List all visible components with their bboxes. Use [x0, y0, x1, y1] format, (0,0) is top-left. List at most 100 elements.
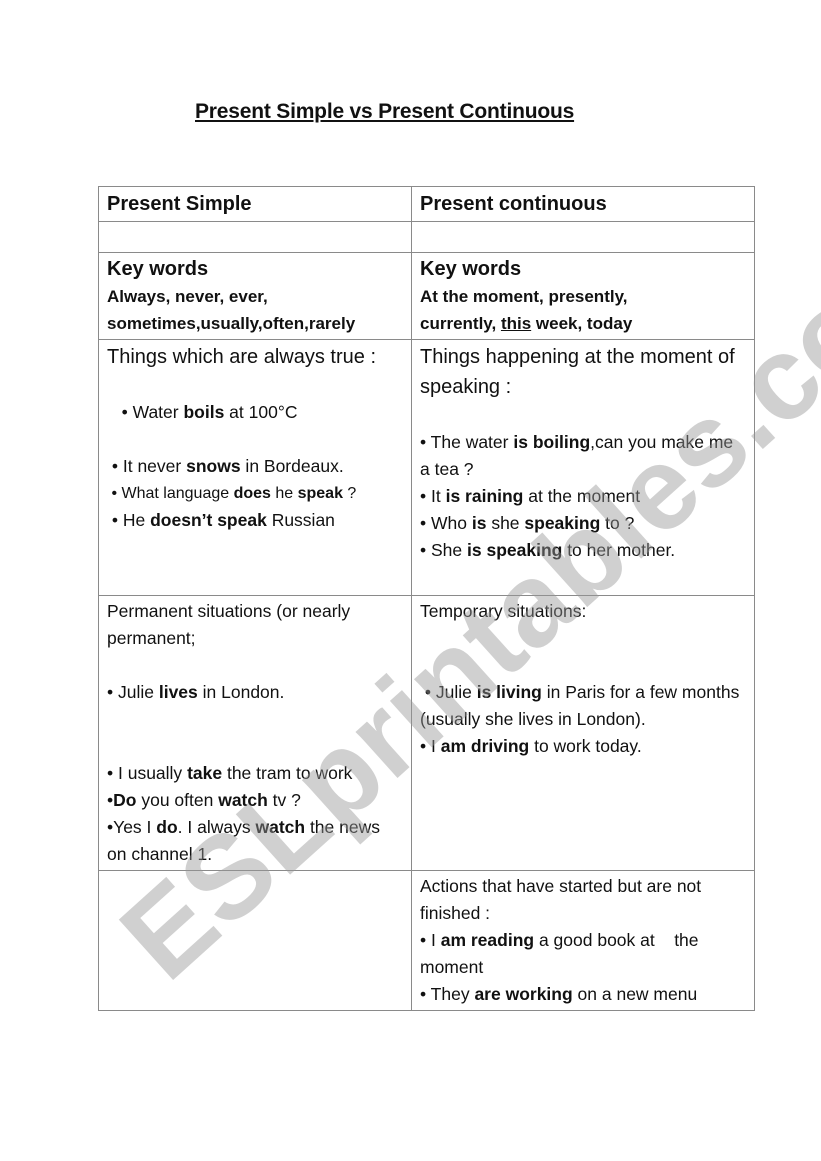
emphasized-verb: is speaking [467, 540, 563, 560]
example-line: • Julie lives in London. [107, 679, 403, 706]
usage-cell-simple [98, 870, 412, 1011]
text-segment: this [500, 314, 532, 333]
emphasized-verb: do [156, 817, 178, 837]
example-line: • I am driving to work today. [420, 733, 746, 760]
text-segment: At the moment, presently, [420, 287, 628, 306]
text-segment: • The water [420, 432, 514, 452]
text-segment: on a new menu [572, 984, 698, 1004]
emphasized-verb: doesn’t speak [150, 510, 267, 530]
example-line: • Who is she speaking to ? [420, 510, 746, 537]
text-segment: to work today. [529, 736, 642, 756]
key-words-line: At the moment, presently, [420, 283, 746, 310]
key-words-row: Key words Always, never, ever, sometimes,… [98, 252, 755, 340]
text-segment: Always, never, ever, [107, 287, 268, 306]
emphasized-verb: speak [297, 485, 343, 502]
text-segment: to her mother. [562, 540, 676, 560]
text-segment: at 100°C [224, 402, 298, 422]
emphasized-verb: watch [255, 817, 306, 837]
text-segment: ? [342, 485, 357, 502]
text-segment: • She [420, 540, 467, 560]
text-segment: week, today [531, 314, 633, 333]
text-segment: in Bordeaux. [240, 456, 344, 476]
key-words-list: At the moment, presently, currently, this… [420, 283, 746, 337]
emphasized-verb: take [187, 763, 223, 783]
emphasized-verb: are working [474, 984, 573, 1004]
usage-cell-continuous: Temporary situations: • Julie is living … [411, 595, 755, 871]
example-line: • He doesn’t speak Russian [107, 507, 403, 534]
example-line: • It never snows in Bordeaux. [107, 453, 403, 480]
text-segment: she [486, 513, 525, 533]
text-segment: in London. [197, 682, 285, 702]
text-segment: • He [107, 510, 151, 530]
emphasized-verb: boils [183, 402, 225, 422]
empty-row [98, 221, 755, 253]
page-title: Present Simple vs Present Continuous [195, 100, 575, 123]
usage-examples: Permanent situations (or nearly permanen… [107, 598, 403, 868]
text-segment: • Julie [107, 682, 159, 702]
key-words-line: Always, never, ever, [107, 283, 403, 310]
header-present-simple: Present Simple [98, 186, 412, 222]
example-line: Permanent situations (or nearly permanen… [107, 598, 403, 652]
text-segment: • Who [420, 513, 472, 533]
usage-heading: Things which are always true : [107, 346, 377, 368]
example-line: • I usually take the tram to work [107, 760, 403, 787]
text-segment: • Water [107, 402, 184, 422]
emphasized-verb: am reading [440, 930, 535, 950]
usage-examples: Actions that have started but are not fi… [420, 873, 746, 1008]
key-words-list: Always, never, ever, sometimes,usually,of… [107, 283, 403, 337]
text-segment: • I [420, 736, 441, 756]
text-segment: Permanent situations (or nearly permanen… [107, 601, 356, 648]
usage-examples: Temporary situations: • Julie is living … [420, 598, 746, 760]
usage-heading: Things happening at the moment of speaki… [420, 346, 735, 398]
emphasized-verb: is [471, 513, 487, 533]
emphasized-verb: watch [218, 790, 268, 810]
header-row: Present Simple Present continuous [98, 186, 755, 222]
text-segment: you often [136, 790, 219, 810]
header-present-continuous: Present continuous [411, 186, 755, 222]
usage-examples: • The water is boiling,can you make me a… [420, 402, 746, 564]
example-line: • What language does he speak ? [107, 480, 403, 507]
example-line: • It is raining at the moment [420, 483, 746, 510]
empty-cell [411, 221, 755, 253]
text-segment: • Julie [420, 682, 477, 702]
text-segment: currently, [420, 314, 501, 333]
text-segment: sometimes,usually,often,rarely [107, 314, 356, 333]
emphasized-verb: does [233, 485, 271, 502]
text-segment: • I usually [107, 763, 188, 783]
comparison-table: Present Simple Present continuous Key wo… [98, 186, 755, 1011]
text-segment: • It [420, 486, 446, 506]
text-segment: • I [420, 930, 441, 950]
text-segment: • It never [107, 456, 187, 476]
emphasized-verb: is boiling [513, 432, 591, 452]
example-line: • I am reading a good book at the moment [420, 927, 746, 981]
example-line: •Yes I do. I always watch the news on ch… [107, 814, 403, 868]
text-segment: Actions that have started but are not fi… [420, 876, 707, 923]
text-segment: . I always [177, 817, 256, 837]
usage-cell-continuous: Things happening at the moment of speaki… [411, 339, 755, 596]
example-line: • Julie is living in Paris for a few mon… [420, 679, 746, 733]
text-segment: • They [420, 984, 475, 1004]
usage-examples: • Water boils at 100°C • It never snows … [107, 372, 403, 534]
example-line: •Do you often watch tv ? [107, 787, 403, 814]
header-label: Present Simple [107, 193, 252, 215]
text-segment: the tram to work [222, 763, 353, 783]
emphasized-verb: is living [476, 682, 542, 702]
text-segment: to ? [600, 513, 635, 533]
emphasized-verb: snows [186, 456, 241, 476]
emphasized-verb: speaking [524, 513, 601, 533]
emphasized-verb: lives [158, 682, 198, 702]
usage-cell-simple: Things which are always true : • Water b… [98, 339, 412, 596]
text-segment: he [270, 485, 298, 502]
usage-cell-simple: Permanent situations (or nearly permanen… [98, 595, 412, 871]
emphasized-verb: is raining [445, 486, 524, 506]
text-segment: •Yes I [107, 817, 157, 837]
key-words-title: Key words [107, 258, 209, 280]
text-segment: at the moment [523, 486, 641, 506]
text-segment: tv ? [267, 790, 301, 810]
